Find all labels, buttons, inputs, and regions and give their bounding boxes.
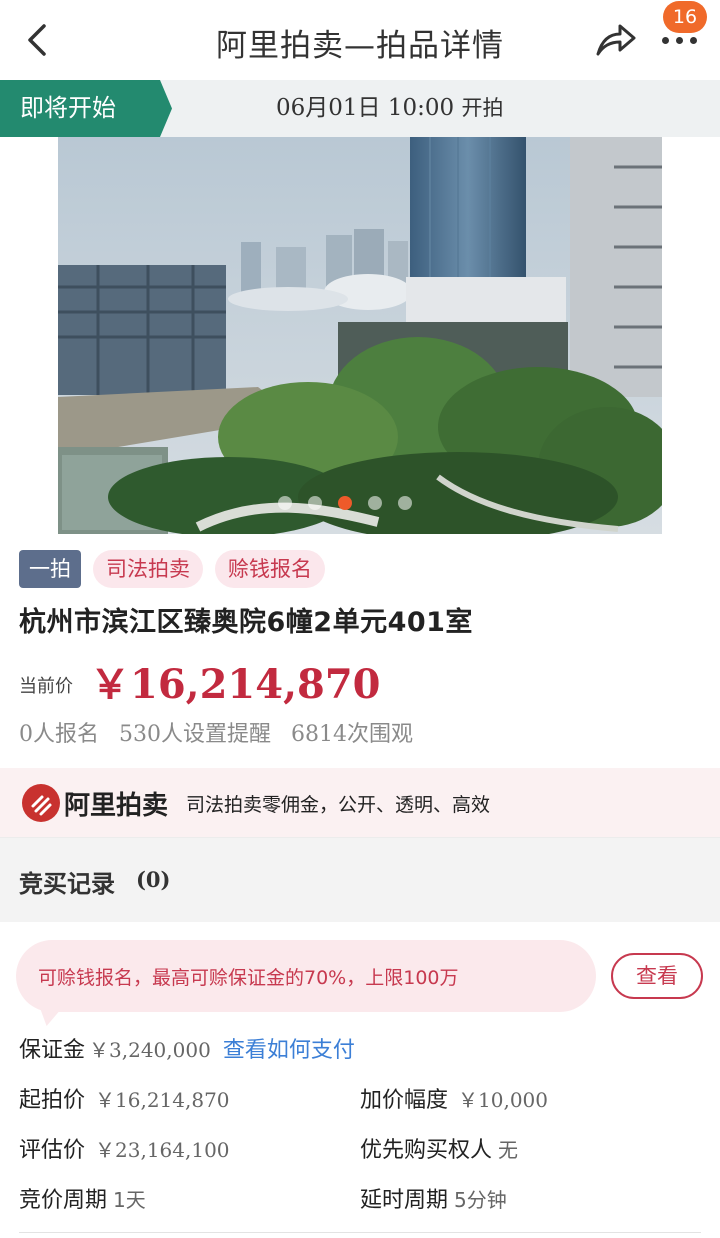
deposit-row: 保证金 ￥3,240,000 查看如何支付: [19, 1032, 355, 1064]
ali-brand-name: 阿里拍卖: [64, 791, 169, 821]
credit-notice-tail: [40, 1008, 62, 1026]
deposit-value: ￥3,240,000: [89, 1038, 211, 1062]
more-dots-icon: [662, 37, 669, 44]
delay-period-row: 延时周期 5分钟: [360, 1182, 507, 1214]
gallery-dot[interactable]: [308, 496, 322, 510]
credit-signup-tag: 赊钱报名: [215, 550, 325, 588]
delay-period-label: 延时周期: [360, 1188, 449, 1213]
item-tags: 一拍 司法拍卖 赊钱报名: [19, 550, 325, 588]
share-button[interactable]: [594, 20, 638, 60]
increment-value: ￥10,000: [458, 1088, 548, 1112]
auction-status-bar: 即将开始 06月01日 10:00 开拍: [0, 80, 720, 137]
priority-value: 无: [498, 1138, 519, 1162]
item-title: 杭州市滨江区臻奥院6幢2单元401室: [19, 607, 473, 638]
bid-record-count: (0): [136, 867, 171, 892]
start-price-row: 起拍价 ￥16,214,870: [19, 1082, 230, 1114]
start-price-label: 起拍价: [19, 1088, 86, 1113]
notification-badge: 16: [663, 1, 707, 33]
increment-row: 加价幅度 ￥10,000: [360, 1082, 548, 1114]
current-price: ￥16,214,870: [90, 661, 381, 708]
view-count: 6814次围观: [291, 722, 413, 747]
judicial-auction-tag: 司法拍卖: [93, 550, 203, 588]
bid-period-label: 竞价周期: [19, 1188, 108, 1213]
price-label: 当前价: [19, 676, 73, 697]
ali-auction-logo-icon: [22, 784, 60, 822]
round-tag: 一拍: [19, 550, 81, 588]
start-price-value: ￥16,214,870: [95, 1088, 230, 1112]
increment-label: 加价幅度: [360, 1088, 449, 1113]
bid-record-label: 竞买记录: [19, 870, 115, 898]
property-photo-illustration: [58, 137, 662, 534]
bid-period-value: 1天: [113, 1188, 146, 1212]
gallery-indicator: [278, 496, 412, 510]
gallery-dot[interactable]: [398, 496, 412, 510]
appraisal-row: 评估价 ￥23,164,100: [19, 1132, 230, 1164]
view-credit-button[interactable]: 查看: [611, 953, 703, 999]
signup-count: 0人报名: [19, 722, 99, 747]
deposit-label: 保证金: [19, 1038, 86, 1063]
priority-label: 优先购买权人: [360, 1138, 493, 1163]
nav-bar: 阿里拍卖—拍品详情 16: [0, 0, 720, 80]
item-stats: 0人报名 530人设置提醒 6814次围观: [19, 716, 413, 748]
gallery-dot[interactable]: [278, 496, 292, 510]
start-time: 06月01日 10:00 开拍: [276, 95, 504, 121]
reminder-count: 530人设置提醒: [119, 722, 271, 747]
bid-period-row: 竞价周期 1天: [19, 1182, 146, 1214]
share-icon: [596, 24, 636, 56]
credit-notice-text: 可赊钱报名，最高可赊保证金的70%，上限100万: [38, 967, 459, 989]
divider: [19, 1232, 701, 1233]
gallery-dot[interactable]: [368, 496, 382, 510]
priority-row: 优先购买权人无: [360, 1132, 518, 1164]
payment-howto-link[interactable]: 查看如何支付: [223, 1038, 355, 1063]
appraisal-label: 评估价: [19, 1138, 86, 1163]
appraisal-value: ￥23,164,100: [95, 1138, 230, 1162]
delay-period-value: 5分钟: [454, 1188, 507, 1212]
item-photo[interactable]: [58, 137, 662, 534]
gallery-dot-active[interactable]: [338, 496, 352, 510]
ali-auction-banner[interactable]: 阿里拍卖 司法拍卖零佣金，公开、透明、高效: [0, 768, 720, 838]
bid-record-section[interactable]: 竞买记录 (0): [0, 838, 720, 922]
ali-slogan: 司法拍卖零佣金，公开、透明、高效: [186, 794, 491, 816]
status-tag: 即将开始: [0, 80, 172, 137]
